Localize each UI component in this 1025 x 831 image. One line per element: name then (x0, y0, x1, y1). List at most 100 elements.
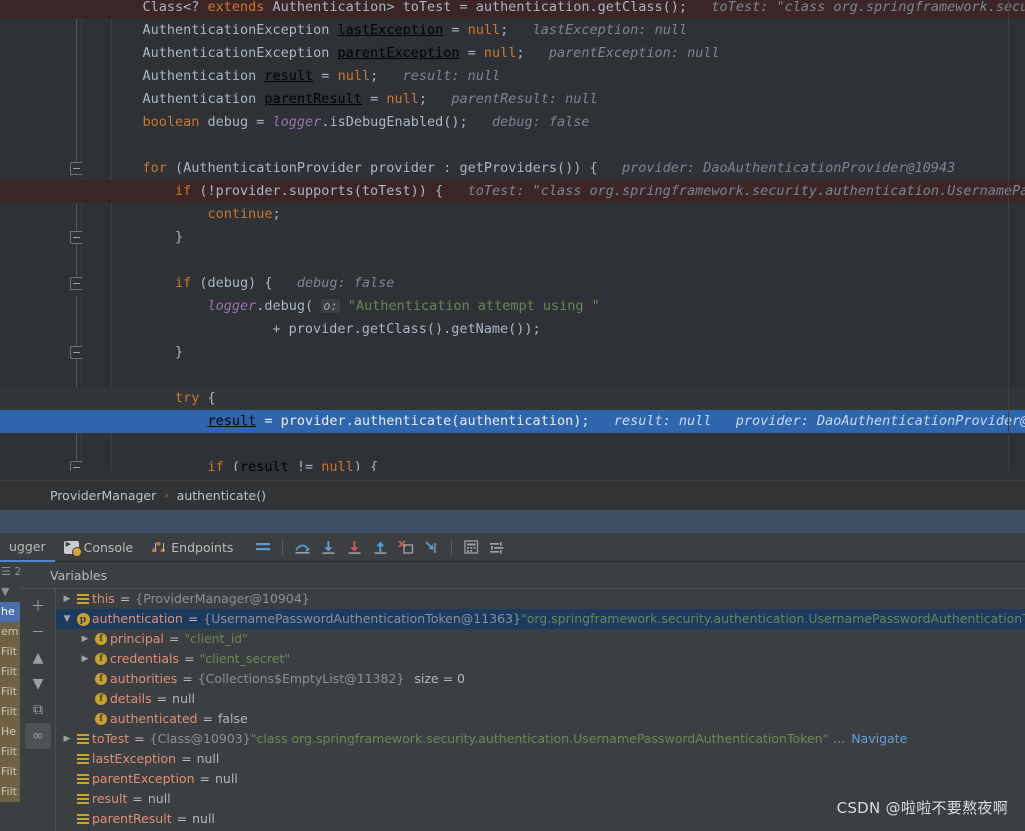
move-down-button[interactable]: ▼ (20, 671, 56, 697)
code-line[interactable]: Authentication parentResult = null; pare… (0, 88, 1025, 111)
code-line[interactable]: boolean debug = logger.isDebugEnabled();… (0, 111, 1025, 134)
truncation-ellipsis: ... (833, 731, 846, 746)
code-line[interactable]: if (debug) { debug: false (0, 272, 1025, 295)
code-line[interactable]: logger.debug( o: "Authentication attempt… (0, 295, 1025, 318)
sliver-item[interactable]: ▼ (0, 582, 20, 602)
variables-tree[interactable]: ▶ this = {ProviderManager@10904} ▼ p authentic… (56, 589, 1025, 831)
force-step-into-icon (348, 540, 361, 554)
breadcrumb-class[interactable]: ProviderManager (50, 488, 156, 503)
sliver-item[interactable]: Filt (0, 782, 20, 802)
code-line[interactable]: AuthenticationException parentException … (0, 42, 1025, 65)
step-out-button[interactable] (367, 535, 393, 559)
navigate-link[interactable]: Navigate (851, 729, 907, 749)
code-line[interactable]: for (AuthenticationProvider provider : g… (0, 157, 1025, 180)
settings-list-button[interactable] (484, 535, 510, 559)
chevron-right-icon[interactable]: ▶ (78, 629, 92, 649)
sliver-item[interactable]: ☰ 2 (0, 562, 20, 582)
code-line[interactable] (0, 249, 1025, 272)
code-token: Authentication (142, 68, 265, 84)
force-step-into-button[interactable] (341, 535, 367, 559)
code-token: = (459, 45, 484, 61)
code-token: "Authentication attempt using " (347, 298, 600, 314)
sliver-item[interactable]: Filt (0, 682, 20, 702)
variable-row[interactable]: ▶ toTest = {Class@10903} "class org.springf… (56, 729, 1025, 749)
run-to-cursor-icon (425, 540, 437, 553)
sliver-item[interactable]: Filt (0, 742, 20, 762)
move-up-button[interactable]: ▲ (20, 645, 56, 671)
right-margin-guide (1008, 0, 1009, 470)
toggle-watches-button[interactable]: ∞ (25, 723, 51, 749)
code-token: logger (272, 114, 322, 130)
sliver-item[interactable]: Filt (0, 662, 20, 682)
variable-row[interactable]: parentException = null (56, 769, 1025, 789)
variable-row[interactable]: ▶ f principal = "client_id" (56, 629, 1025, 649)
sliver-item[interactable]: He (0, 722, 20, 742)
variable-row[interactable]: f authorities = {Collections$EmptyList@1138… (56, 669, 1025, 689)
code-line[interactable]: } (0, 341, 1025, 364)
tab-endpoints[interactable]: Endpoints (142, 533, 242, 562)
variable-value: null (147, 791, 171, 806)
chevron-right-icon[interactable]: ▶ (60, 589, 74, 609)
code-token: Authentication (142, 91, 265, 107)
code-token: parentException (337, 45, 460, 61)
code-line[interactable]: if (!provider.supports(toTest)) { toTest… (0, 180, 1025, 203)
code-line[interactable]: result = provider.authenticate(authentic… (0, 410, 1025, 433)
code-line[interactable] (0, 134, 1025, 157)
chevron-right-icon[interactable]: ▶ (78, 649, 92, 669)
code-line[interactable]: + provider.getClass().getName()); (0, 318, 1025, 341)
sliver-item[interactable]: em (0, 622, 20, 642)
sliver-item[interactable]: he (0, 602, 20, 622)
code-line[interactable]: try { (0, 387, 1025, 410)
variable-value: "org.springframework.security.authentica… (520, 611, 1025, 626)
variable-row[interactable]: f details = null (56, 689, 1025, 709)
drop-frame-button[interactable] (393, 535, 419, 559)
remove-watch-button[interactable]: － (20, 619, 56, 645)
variable-row[interactable]: ▼ p authentication = {UsernamePasswordAuthen… (56, 609, 1025, 629)
debug-toolbar[interactable]: ugger Console Endpoints (0, 533, 1025, 562)
sliver-item[interactable]: Filt (0, 702, 20, 722)
inline-debug-hint: result: null provider: DaoAuthentication… (589, 413, 1025, 429)
variables-tab-header[interactable]: Variables (20, 562, 1025, 589)
run-to-cursor-button[interactable] (419, 535, 445, 559)
code-token: extends (207, 0, 265, 15)
code-line[interactable]: AuthenticationException lastException = … (0, 19, 1025, 42)
code-line[interactable]: Authentication result = null; result: nu… (0, 65, 1025, 88)
variable-row[interactable]: ▶ this = {ProviderManager@10904} (56, 589, 1025, 609)
variable-row[interactable]: ▶ f credentials = "client_secret" (56, 649, 1025, 669)
editor-hscrollbar-track[interactable] (36, 471, 1025, 479)
code-editor[interactable]: Class<? extends Authentication> toTest =… (0, 0, 1025, 480)
code-line[interactable]: } (0, 226, 1025, 249)
parameter-icon: p (74, 612, 92, 626)
sliver-item[interactable]: Filt (0, 762, 20, 782)
tab-debugger[interactable]: ugger (0, 533, 55, 562)
field-icon: f (92, 693, 110, 705)
add-watch-button[interactable]: ＋ (20, 593, 56, 619)
code-token: parentResult (264, 91, 362, 107)
collection-size: size = 0 (414, 671, 465, 686)
variable-name: authenticated (110, 711, 198, 726)
code-line[interactable]: continue; (0, 203, 1025, 226)
code-token: .isDebugEnabled(); (321, 114, 468, 130)
evaluate-expression-button[interactable] (458, 535, 484, 559)
field-icon: f (92, 653, 110, 665)
left-tool-sliver[interactable]: ☰ 2 ▼ he em Filt Filt Filt Filt He Filt Filt Filt (0, 562, 20, 831)
variables-sidebar[interactable]: ＋－ ▲ ▼ ⧉ ∞ (20, 589, 56, 831)
layout-settings-button[interactable] (250, 535, 276, 559)
variable-row[interactable]: lastException = null (56, 749, 1025, 769)
code-lines[interactable]: Class<? extends Authentication> toTest =… (0, 0, 1025, 480)
variable-value: false (217, 711, 248, 726)
code-line[interactable] (0, 364, 1025, 387)
tab-console[interactable]: Console (55, 533, 143, 562)
code-token: ; (370, 68, 379, 84)
sliver-item[interactable]: Filt (0, 642, 20, 662)
step-over-button[interactable] (289, 535, 315, 559)
variable-row[interactable]: f authenticated = false (56, 709, 1025, 729)
step-into-button[interactable] (315, 535, 341, 559)
chevron-right-icon[interactable]: ▶ (60, 729, 74, 749)
code-line[interactable]: Class<? extends Authentication> toTest =… (0, 0, 1025, 19)
copy-value-button[interactable]: ⧉ (20, 697, 56, 723)
code-line[interactable] (0, 433, 1025, 456)
breadcrumb-method[interactable]: authenticate() (177, 488, 266, 503)
chevron-down-icon[interactable]: ▼ (60, 609, 74, 629)
breadcrumb[interactable]: ProviderManager › authenticate() (0, 480, 1025, 510)
